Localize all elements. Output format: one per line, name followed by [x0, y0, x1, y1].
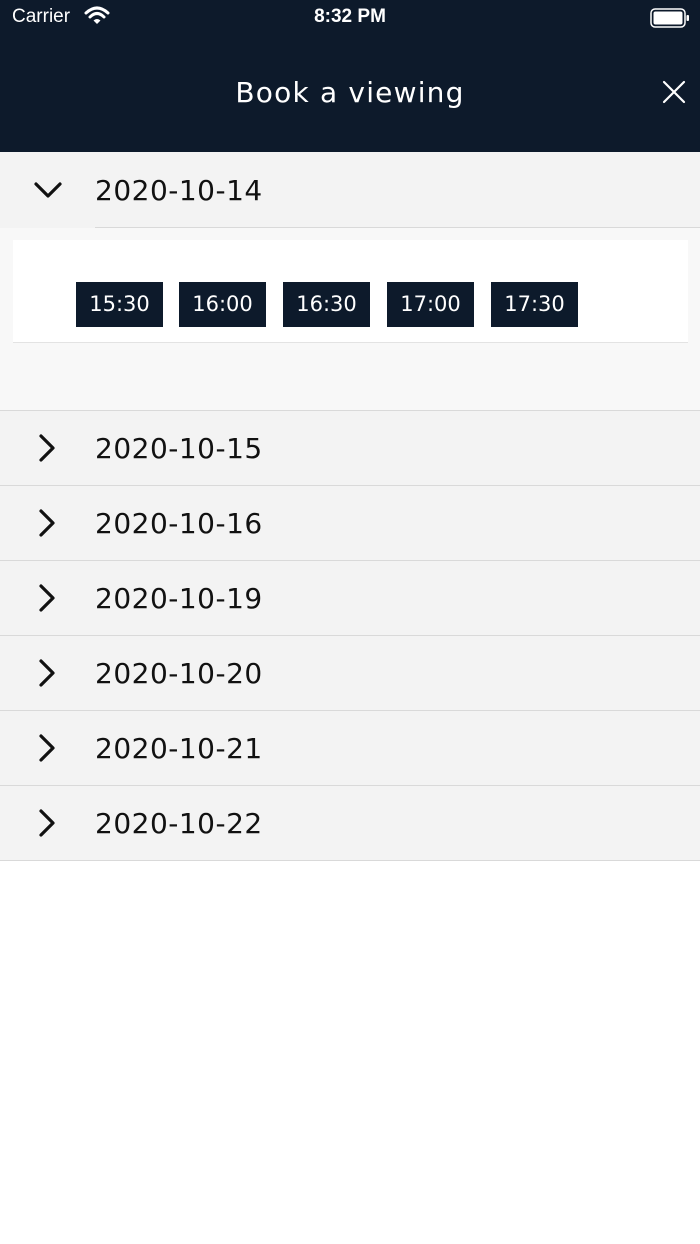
time-slot-button[interactable]: 15:30	[76, 282, 163, 327]
chevron-right-icon	[39, 659, 55, 687]
time-slot-button[interactable]: 16:00	[179, 282, 266, 327]
date-row-2020-10-15[interactable]: 2020-10-15	[0, 411, 700, 486]
time-slot-button[interactable]: 17:30	[491, 282, 578, 327]
chevron-right-icon	[39, 509, 55, 537]
date-label: 2020-10-20	[95, 657, 263, 690]
status-bar: Carrier 8:32 PM	[0, 0, 700, 36]
chevron-right-icon	[39, 434, 55, 462]
top-bar: Carrier 8:32 PM Book a viewing	[0, 0, 700, 152]
date-label: 2020-10-19	[95, 582, 263, 615]
time-slot-card: 15:30 16:00 16:30 17:00 17:30	[13, 240, 688, 343]
date-label: 2020-10-21	[95, 732, 263, 765]
date-label: 2020-10-15	[95, 432, 263, 465]
date-row-2020-10-14[interactable]: 2020-10-14	[0, 152, 700, 228]
date-row-2020-10-19[interactable]: 2020-10-19	[0, 561, 700, 636]
date-label: 2020-10-22	[95, 807, 263, 840]
page-title: Book a viewing	[235, 76, 465, 109]
booking-screen: Carrier 8:32 PM Book a viewing 2020-10-1…	[0, 0, 700, 1244]
chevron-right-icon	[39, 734, 55, 762]
time-slot-button[interactable]: 16:30	[283, 282, 370, 327]
chevron-down-icon	[34, 182, 62, 198]
chevron-right-icon	[39, 809, 55, 837]
date-label: 2020-10-16	[95, 507, 263, 540]
time-slot-button[interactable]: 17:00	[387, 282, 474, 327]
date-row-2020-10-21[interactable]: 2020-10-21	[0, 711, 700, 786]
date-row-2020-10-22[interactable]: 2020-10-22	[0, 786, 700, 861]
time-slot-panel: 15:30 16:00 16:30 17:00 17:30	[0, 228, 700, 411]
close-icon[interactable]	[660, 78, 688, 106]
status-time: 8:32 PM	[314, 6, 386, 27]
date-row-2020-10-20[interactable]: 2020-10-20	[0, 636, 700, 711]
date-label: 2020-10-14	[95, 174, 263, 207]
date-row-2020-10-16[interactable]: 2020-10-16	[0, 486, 700, 561]
chevron-right-icon	[39, 584, 55, 612]
battery-icon	[650, 8, 689, 28]
